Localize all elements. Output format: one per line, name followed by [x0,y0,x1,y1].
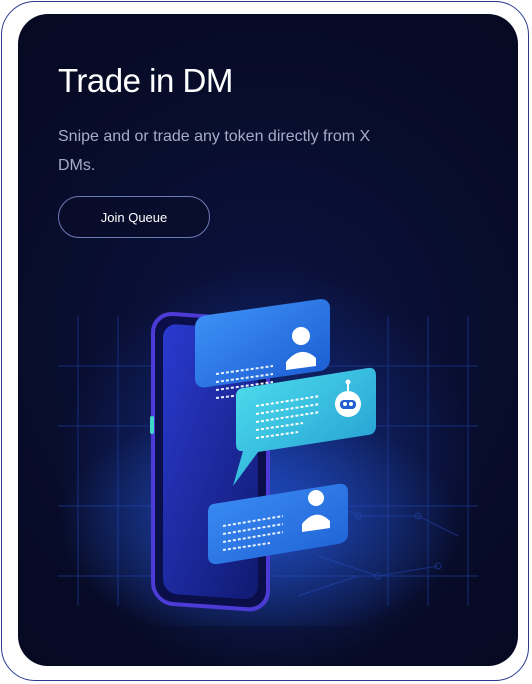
card-subtitle: Snipe and or trade any token directly fr… [58,128,371,174]
trade-in-dm-card: Trade in DM Snipe and or trade any token… [18,14,518,666]
card-title: Trade in DM [58,62,233,99]
join-queue-button[interactable]: Join Queue [58,196,210,238]
chat-phone-illustration [58,299,478,626]
